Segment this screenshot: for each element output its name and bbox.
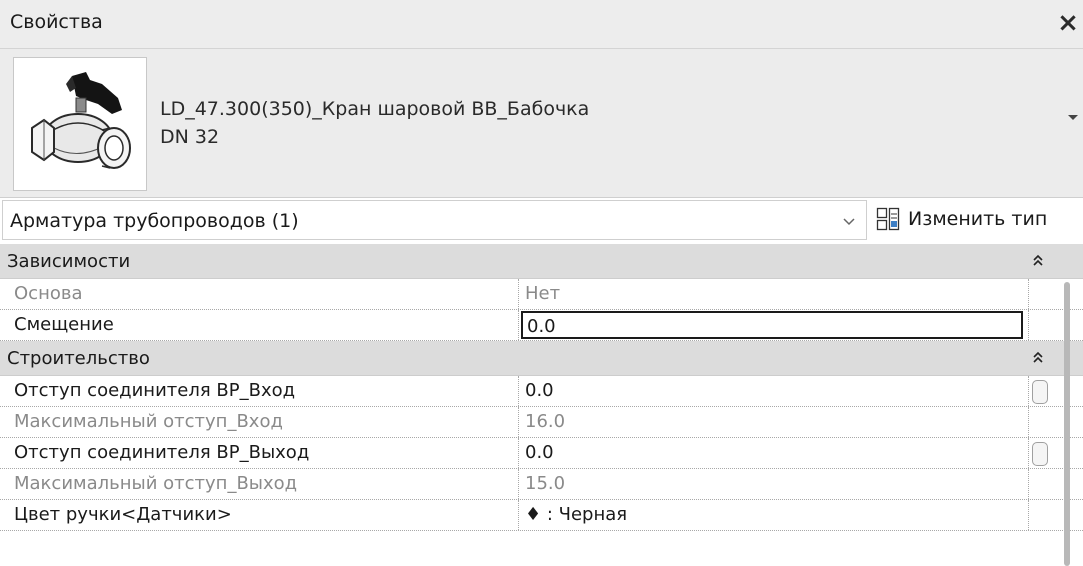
column-divider xyxy=(1028,376,1029,406)
column-divider xyxy=(1028,279,1029,309)
edit-type-icon xyxy=(876,207,900,231)
column-divider xyxy=(518,310,519,340)
edit-type-label: Изменить тип xyxy=(908,208,1048,230)
column-divider xyxy=(1028,438,1029,468)
property-value: 15.0 xyxy=(525,473,566,494)
property-value: Нет xyxy=(525,283,561,304)
property-name: Отступ соединителя ВР_Вход xyxy=(14,380,296,401)
collapse-icon[interactable] xyxy=(1030,348,1046,366)
column-divider xyxy=(518,407,519,437)
column-divider xyxy=(518,469,519,499)
column-divider xyxy=(1028,310,1029,340)
property-row: Основа Нет xyxy=(0,279,1083,310)
type-dropdown-arrow-icon[interactable] xyxy=(1067,111,1079,123)
filter-row: Арматура трубопроводов (1) Изменить тип xyxy=(0,198,1083,242)
property-row[interactable]: Отступ соединителя ВР_Выход 0.0 xyxy=(0,438,1083,469)
offset-value-input[interactable]: 0.0 xyxy=(521,311,1023,339)
column-divider xyxy=(1028,500,1029,530)
property-name: Основа xyxy=(14,283,83,304)
property-name: Отступ соединителя ВР_Выход xyxy=(14,442,310,463)
column-divider xyxy=(518,376,519,406)
close-icon[interactable]: × xyxy=(1055,8,1081,38)
property-row[interactable]: Смещение 0.0 xyxy=(0,310,1083,341)
column-divider xyxy=(1028,407,1029,437)
family-name: LD_47.300(350)_Кран шаровой ВВ_Бабочка xyxy=(160,98,590,120)
column-divider xyxy=(1028,469,1029,499)
property-name: Максимальный отступ_Вход xyxy=(14,411,283,432)
property-name: Цвет ручки<Датчики> xyxy=(14,504,232,525)
category-filter-dropdown[interactable]: Арматура трубопроводов (1) xyxy=(2,200,867,240)
title-bar: Свойства × xyxy=(0,0,1083,49)
column-divider xyxy=(518,279,519,309)
group-label: Строительство xyxy=(7,348,150,369)
group-header-constraints[interactable]: Зависимости xyxy=(0,244,1083,279)
collapse-icon[interactable] xyxy=(1030,251,1046,269)
category-filter-value: Арматура трубопроводов (1) xyxy=(10,210,299,232)
ball-valve-thumbnail xyxy=(13,57,147,191)
type-name-block: LD_47.300(350)_Кран шаровой ВВ_Бабочка D… xyxy=(160,95,589,151)
associate-parameter-button[interactable] xyxy=(1032,380,1048,404)
property-grid: Зависимости Основа Нет Смещение 0.0 Стро… xyxy=(0,244,1083,531)
property-value[interactable]: 0.0 xyxy=(521,377,1023,405)
property-row: Максимальный отступ_Вход 16.0 xyxy=(0,407,1083,438)
property-row[interactable]: Цвет ручки<Датчики> ♦ : Черная xyxy=(0,500,1083,531)
property-row[interactable]: Отступ соединителя ВР_Вход 0.0 xyxy=(0,376,1083,407)
property-row: Максимальный отступ_Выход 15.0 xyxy=(0,469,1083,500)
property-value: 16.0 xyxy=(525,411,566,432)
type-name: DN 32 xyxy=(160,126,220,148)
column-divider xyxy=(518,500,519,530)
property-value[interactable]: 0.0 xyxy=(521,439,1023,467)
type-selector[interactable]: LD_47.300(350)_Кран шаровой ВВ_Бабочка D… xyxy=(0,49,1083,198)
properties-palette: Свойства × LD_47.300(350)_Кран шаровой В… xyxy=(0,0,1083,566)
property-name: Смещение xyxy=(14,314,114,335)
palette-title: Свойства xyxy=(10,11,103,33)
ball-valve-icon xyxy=(31,72,131,169)
associate-parameter-button[interactable] xyxy=(1032,442,1048,466)
edit-type-button[interactable]: Изменить тип xyxy=(876,202,1047,236)
group-label: Зависимости xyxy=(7,251,131,272)
vertical-scrollbar[interactable] xyxy=(1064,282,1070,566)
column-divider xyxy=(518,438,519,468)
property-value[interactable]: ♦ : Черная xyxy=(521,501,1023,529)
property-name: Максимальный отступ_Выход xyxy=(14,473,298,494)
chevron-down-icon xyxy=(843,218,855,226)
group-header-construction[interactable]: Строительство xyxy=(0,341,1083,376)
